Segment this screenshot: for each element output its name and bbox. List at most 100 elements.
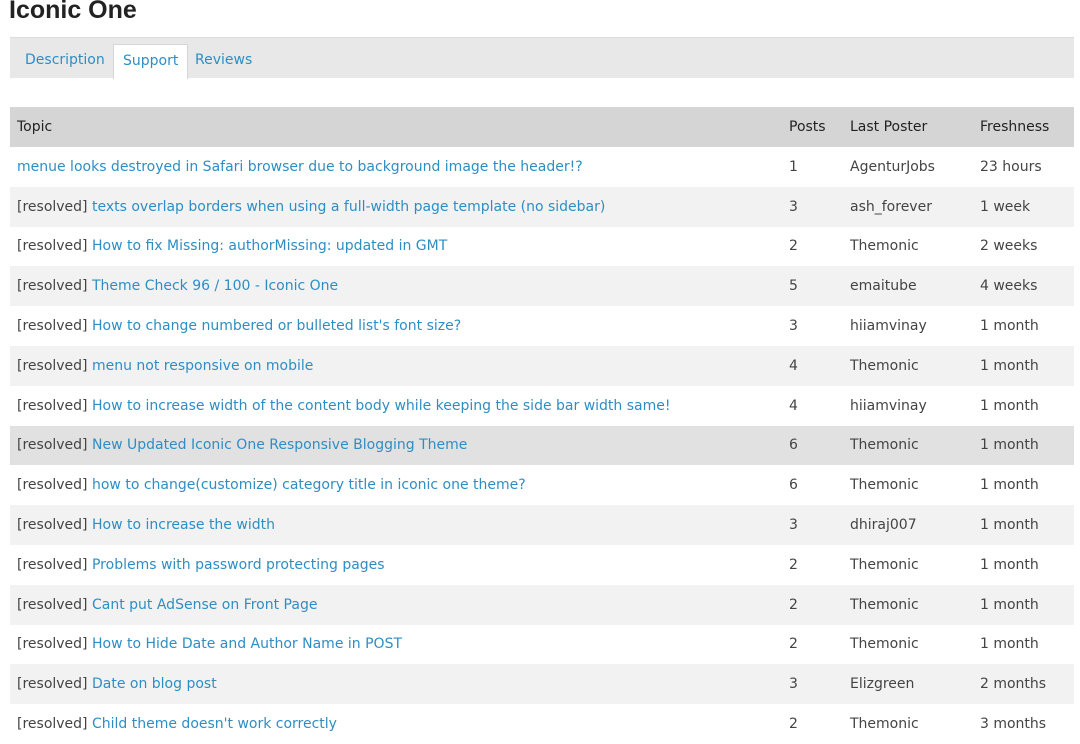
table-header-row: Topic Posts Last Poster Freshness [10, 107, 1074, 147]
topic-cell: menue looks destroyed in Safari browser … [10, 147, 782, 187]
last-poster[interactable]: Themonic [843, 624, 973, 665]
last-poster[interactable]: hiiamvinay [843, 306, 973, 346]
last-poster[interactable]: Themonic [843, 465, 973, 506]
topic-link[interactable]: How to Hide Date and Author Name in POST [92, 636, 402, 652]
freshness-time: 2 months [973, 664, 1074, 705]
posts-count: 2 [782, 584, 843, 625]
freshness-time: 1 month [973, 385, 1074, 426]
table-row: [resolved] How to change numbered or bul… [10, 306, 1074, 346]
topics-table-body: menue looks destroyed in Safari browser … [10, 147, 1074, 744]
topic-link[interactable]: Theme Check 96 / 100 - Iconic One [92, 278, 338, 294]
posts-count: 2 [782, 624, 843, 665]
posts-count: 3 [782, 186, 843, 227]
resolved-label: [resolved] [17, 397, 88, 414]
last-poster[interactable]: Themonic [843, 544, 973, 585]
topic-cell: [resolved] New Updated Iconic One Respon… [10, 425, 782, 466]
last-poster[interactable]: dhiraj007 [843, 505, 973, 545]
posts-count: 2 [782, 704, 843, 744]
freshness-time: 1 month [973, 345, 1074, 386]
table-row: [resolved] menu not responsive on mobile… [10, 345, 1074, 386]
resolved-label: [resolved] [17, 437, 88, 454]
table-row: [resolved] How to Hide Date and Author N… [10, 624, 1074, 665]
posts-count: 2 [782, 226, 843, 267]
resolved-label: [resolved] [17, 596, 88, 613]
topic-link[interactable]: Date on blog post [92, 676, 217, 692]
topic-cell: [resolved] how to change(customize) cate… [10, 465, 782, 506]
freshness-time: 1 month [973, 465, 1074, 506]
table-row: [resolved] New Updated Iconic One Respon… [10, 425, 1074, 466]
freshness-time: 1 month [973, 505, 1074, 545]
table-row: menue looks destroyed in Safari browser … [10, 147, 1074, 187]
tab-bar: Description Support Reviews [10, 37, 1074, 79]
topic-cell: [resolved] How to increase the width [10, 505, 782, 545]
last-poster[interactable]: hiiamvinay [843, 385, 973, 426]
last-poster[interactable]: ash_forever [843, 186, 973, 227]
last-poster[interactable]: Themonic [843, 704, 973, 744]
resolved-label: [resolved] [17, 477, 88, 494]
posts-count: 3 [782, 306, 843, 346]
topic-link[interactable]: menue looks destroyed in Safari browser … [17, 159, 583, 175]
topic-link[interactable]: Child theme doesn't work correctly [92, 716, 337, 732]
last-poster[interactable]: emaitube [843, 266, 973, 307]
freshness-time: 23 hours [973, 147, 1074, 187]
resolved-label: [resolved] [17, 676, 88, 693]
topic-link[interactable]: Cant put AdSense on Front Page [92, 597, 317, 613]
table-row: [resolved] Problems with password protec… [10, 544, 1074, 585]
column-header-last-poster: Last Poster [843, 107, 973, 147]
resolved-label: [resolved] [17, 636, 88, 653]
posts-count: 3 [782, 664, 843, 705]
topic-cell: [resolved] Cant put AdSense on Front Pag… [10, 584, 782, 625]
last-poster[interactable]: Themonic [843, 226, 973, 267]
tab-description[interactable]: Description [16, 44, 114, 79]
topic-cell: [resolved] Date on blog post [10, 664, 782, 705]
last-poster[interactable]: Themonic [843, 345, 973, 386]
topic-cell: [resolved] How to fix Missing: authorMis… [10, 226, 782, 267]
last-poster[interactable]: Elizgreen [843, 664, 973, 705]
topic-link[interactable]: How to change numbered or bulleted list'… [92, 318, 461, 334]
topic-cell: [resolved] How to increase width of the … [10, 385, 782, 426]
table-row: [resolved] texts overlap borders when us… [10, 186, 1074, 227]
freshness-time: 1 month [973, 306, 1074, 346]
tab-support[interactable]: Support [113, 44, 189, 79]
column-header-posts: Posts [782, 107, 843, 147]
posts-count: 4 [782, 345, 843, 386]
tab-reviews[interactable]: Reviews [186, 44, 261, 79]
resolved-label: [resolved] [17, 556, 88, 573]
topic-link[interactable]: How to fix Missing: authorMissing: updat… [92, 238, 447, 254]
topic-cell: [resolved] menu not responsive on mobile [10, 345, 782, 386]
topic-link[interactable]: Problems with password protecting pages [92, 557, 385, 573]
topic-cell: [resolved] Child theme doesn't work corr… [10, 704, 782, 744]
resolved-label: [resolved] [17, 357, 88, 374]
freshness-time: 1 month [973, 624, 1074, 665]
freshness-time: 2 weeks [973, 226, 1074, 267]
last-poster[interactable]: Themonic [843, 425, 973, 466]
freshness-time: 1 month [973, 544, 1074, 585]
topic-cell: [resolved] How to change numbered or bul… [10, 306, 782, 346]
posts-count: 6 [782, 465, 843, 506]
topic-link[interactable]: How to increase the width [92, 517, 275, 533]
resolved-label: [resolved] [17, 278, 88, 295]
topics-table: Topic Posts Last Poster Freshness menue … [10, 107, 1074, 744]
topic-link[interactable]: texts overlap borders when using a full-… [92, 199, 605, 215]
resolved-label: [resolved] [17, 318, 88, 335]
column-header-freshness: Freshness [973, 107, 1074, 147]
last-poster[interactable]: AgenturJobs [843, 147, 973, 187]
posts-count: 3 [782, 505, 843, 545]
posts-count: 2 [782, 544, 843, 585]
table-row: [resolved] How to increase width of the … [10, 385, 1074, 426]
topic-link[interactable]: How to increase width of the content bod… [92, 398, 670, 414]
resolved-label: [resolved] [17, 517, 88, 534]
posts-count: 4 [782, 385, 843, 426]
topic-link[interactable]: New Updated Iconic One Responsive Bloggi… [92, 437, 467, 453]
table-row: [resolved] how to change(customize) cate… [10, 465, 1074, 506]
topic-link[interactable]: how to change(customize) category title … [92, 477, 526, 493]
table-row: [resolved] Child theme doesn't work corr… [10, 704, 1074, 744]
topic-cell: [resolved] How to Hide Date and Author N… [10, 624, 782, 665]
resolved-label: [resolved] [17, 716, 88, 733]
table-row: [resolved] Cant put AdSense on Front Pag… [10, 584, 1074, 625]
freshness-time: 1 month [973, 584, 1074, 625]
freshness-time: 3 months [973, 704, 1074, 744]
topic-link[interactable]: menu not responsive on mobile [92, 358, 313, 374]
last-poster[interactable]: Themonic [843, 584, 973, 625]
table-row: [resolved] How to increase the width 3 dhi… [10, 505, 1074, 545]
